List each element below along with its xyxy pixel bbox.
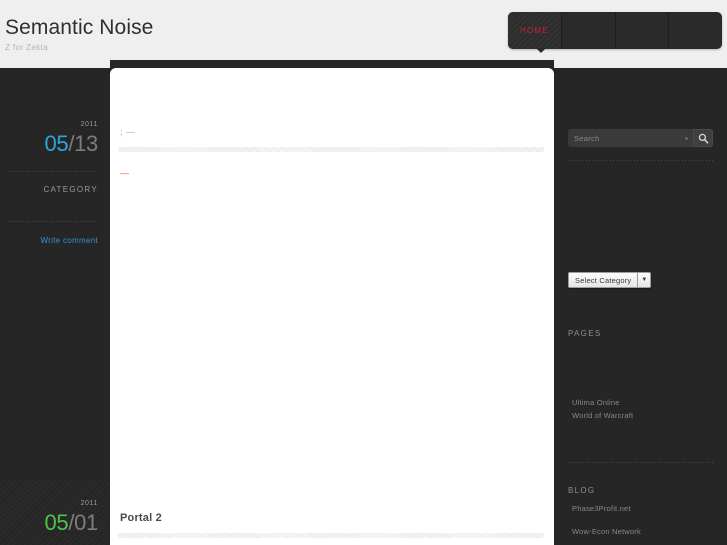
post-year: 2011 — [80, 500, 98, 507]
post-year: 2011 — [80, 121, 98, 128]
category-select-label: Select Category — [568, 272, 638, 288]
post-day: /01 — [68, 510, 98, 535]
post-date: 05/13 — [0, 131, 98, 157]
sidebar: ▸ Select Category ▼ PAGES Ultima Online … — [554, 68, 727, 545]
category-select[interactable]: Select Category ▼ — [568, 272, 652, 288]
site-branding[interactable]: Semantic Noise Z for Zekta — [5, 16, 153, 53]
nav-item-home[interactable]: HOME — [508, 12, 562, 49]
page-root: Semantic Noise Z for Zekta HOME 2011 05/… — [0, 0, 727, 545]
post-item: Portal 2 — [110, 511, 554, 545]
post-meta-column: 2011 05/13 CATEGORY Write comment — [0, 120, 110, 480]
sidebar-heading-blog: BLOG — [568, 486, 596, 495]
nav-active-pointer-icon — [536, 48, 546, 53]
post-date: 05/01 — [0, 510, 98, 536]
post-category[interactable]: CATEGORY — [0, 185, 98, 195]
frame-left-gutter — [0, 60, 110, 68]
post-divider — [118, 147, 544, 152]
write-comment-link[interactable]: Write comment — [0, 236, 98, 246]
site-header: Semantic Noise Z for Zekta HOME — [0, 0, 727, 60]
post-meta-column: 2011 05/01 — [0, 480, 110, 545]
chevron-down-icon: ▼ — [637, 272, 652, 288]
sidebar-link-wow-econ-network[interactable]: Wow-Econ Network — [572, 527, 641, 537]
search-widget[interactable]: ▸ — [568, 129, 713, 147]
sidebar-heading-pages: PAGES — [568, 329, 602, 338]
frame-right-gutter — [554, 60, 727, 68]
post-month: 05 — [44, 131, 69, 156]
nav-item-home-label: HOME — [519, 26, 549, 35]
nav-item-3[interactable] — [616, 12, 670, 49]
meta-divider — [8, 171, 98, 172]
post-title[interactable]: ; — — [110, 125, 554, 139]
post-day: /13 — [68, 131, 98, 156]
post-item: ; — — — [110, 125, 554, 180]
sidebar-link-phase3profit[interactable]: Phase3Profit.net — [572, 504, 631, 514]
meta-divider — [8, 221, 98, 222]
sidebar-divider — [568, 462, 713, 463]
site-tagline: Z for Zekta — [5, 43, 49, 52]
search-input[interactable] — [568, 129, 681, 147]
post-excerpt: — — [120, 168, 130, 178]
nav-item-4[interactable] — [669, 12, 722, 49]
search-icon — [698, 133, 709, 144]
site-title: Semantic Noise — [5, 16, 154, 39]
post-month: 05 — [44, 510, 69, 535]
post-title[interactable]: Portal 2 — [110, 511, 554, 525]
sidebar-divider — [568, 160, 713, 161]
nav-item-2[interactable] — [562, 12, 616, 49]
search-button[interactable] — [693, 129, 713, 147]
post-list: ; — — Portal 2 — [110, 68, 554, 545]
main-navigation[interactable]: HOME — [508, 12, 722, 49]
sidebar-link-ultima-online[interactable]: Ultima Online — [572, 398, 620, 408]
post-divider — [118, 533, 544, 538]
sidebar-link-world-of-warcraft[interactable]: World of Warcraft — [572, 411, 633, 421]
search-caret-icon: ▸ — [681, 129, 693, 147]
